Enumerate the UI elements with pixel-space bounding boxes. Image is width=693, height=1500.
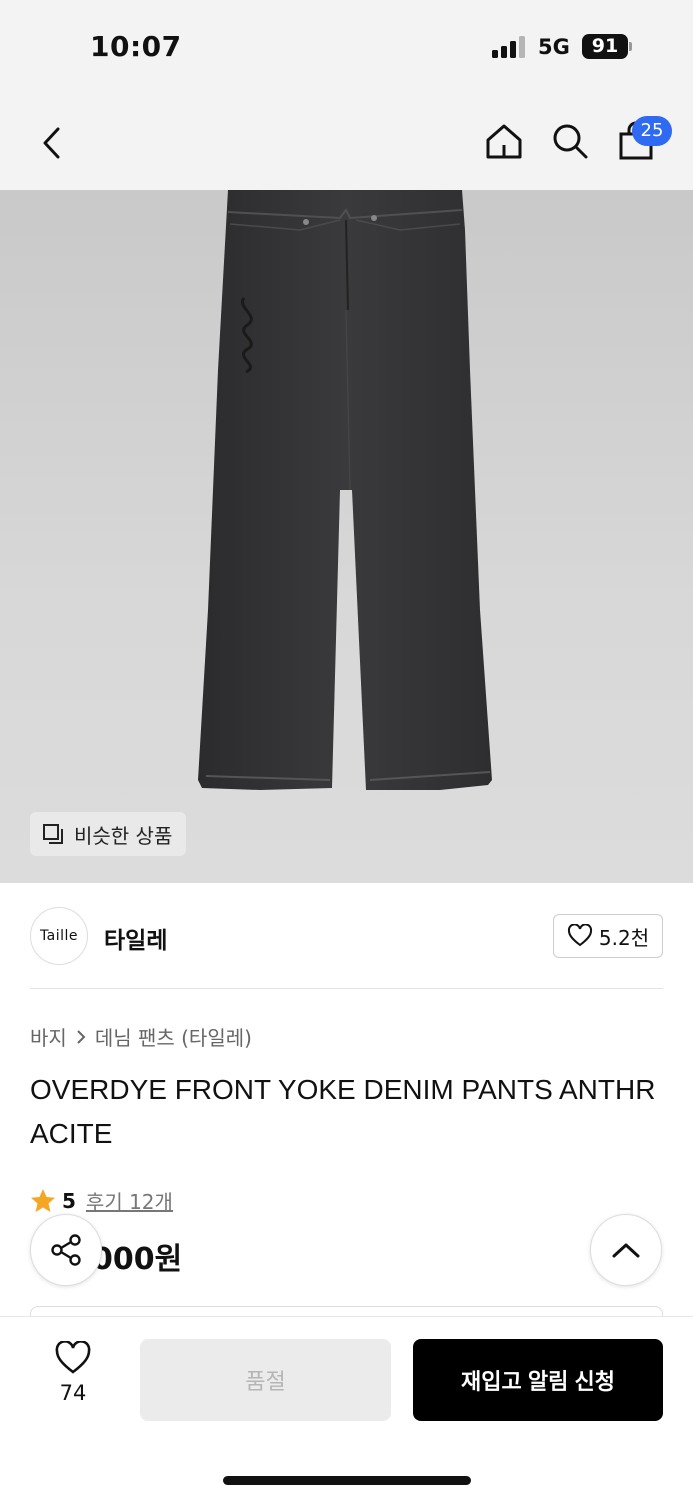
similar-items-icon [43, 824, 63, 844]
product-image[interactable]: 비슷한 상품 [0, 190, 693, 883]
battery-tip [629, 42, 632, 51]
network-label: 5G [538, 35, 570, 59]
soldout-button[interactable]: 품절 [140, 1339, 391, 1421]
back-icon[interactable] [28, 119, 76, 167]
brand-row: Taille 타일레 5.2천 [30, 907, 663, 967]
divider [30, 988, 663, 989]
heart-icon [567, 924, 592, 947]
search-icon[interactable] [546, 117, 594, 165]
wishlist-count: 74 [59, 1381, 87, 1405]
breadcrumb-category[interactable]: 바지 [30, 1022, 67, 1051]
share-icon [51, 1234, 81, 1266]
similar-products-label: 비슷한 상품 [74, 823, 173, 848]
nav-bar [0, 95, 693, 190]
jeans-illustration [198, 190, 492, 790]
cart-count-badge: 25 [632, 116, 672, 146]
home-icon[interactable] [480, 117, 528, 165]
breadcrumb: 바지 데님 팬츠 (타일레) [30, 1022, 252, 1051]
breadcrumb-subcategory[interactable]: 데님 팬츠 (타일레) [95, 1022, 252, 1051]
wishlist-button[interactable]: 74 [38, 1341, 108, 1421]
heart-icon [55, 1341, 91, 1374]
rating-row: 5 후기 12개 [30, 1186, 173, 1215]
chevron-up-icon [612, 1243, 640, 1258]
star-icon [31, 1188, 55, 1212]
bottom-bar: 74 품절 재입고 알림 신청 [0, 1316, 693, 1500]
review-link[interactable]: 후기 12개 [86, 1186, 173, 1215]
similar-products-button[interactable]: 비슷한 상품 [30, 812, 187, 856]
brand-logo[interactable]: Taille [30, 907, 88, 965]
signal-icon [492, 36, 528, 58]
brand-name[interactable]: 타일레 [104, 921, 167, 955]
status-bar: 10:07 5G 91 [0, 0, 693, 95]
rating-value: 5 [62, 1188, 76, 1213]
product-title: OVERDYE FRONT YOKE DENIM PANTS ANTHRACIT… [30, 1074, 656, 1149]
brand-like-count: 5.2천 [598, 925, 650, 950]
restock-alert-button[interactable]: 재입고 알림 신청 [413, 1339, 663, 1421]
scroll-top-button[interactable] [590, 1214, 662, 1286]
home-indicator [223, 1476, 471, 1485]
brand-like-button[interactable]: 5.2천 [553, 914, 663, 958]
chevron-right-icon [77, 1029, 86, 1044]
product-price: 000원 [92, 1242, 183, 1277]
share-button[interactable] [30, 1214, 102, 1286]
status-time: 10:07 [90, 30, 182, 63]
battery-icon: 91 [582, 34, 628, 59]
